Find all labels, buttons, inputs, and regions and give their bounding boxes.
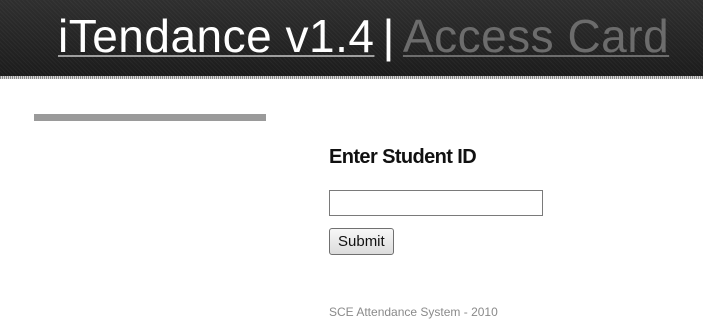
- section-link-access-card[interactable]: Access Card: [403, 10, 669, 62]
- submit-button[interactable]: Submit: [329, 228, 394, 255]
- app-name-link[interactable]: iTendance v1.4: [58, 10, 374, 62]
- form-heading: Enter Student ID: [329, 146, 477, 168]
- page-title: iTendance v1.4 | Access Card: [58, 8, 669, 64]
- student-id-input[interactable]: [329, 190, 543, 216]
- page-header: iTendance v1.4 | Access Card: [0, 0, 703, 76]
- header-divider: [0, 76, 703, 79]
- footer-text: SCE Attendance System - 2010: [329, 305, 498, 319]
- title-separator: |: [382, 10, 395, 62]
- sidebar-divider-bar: [34, 114, 266, 121]
